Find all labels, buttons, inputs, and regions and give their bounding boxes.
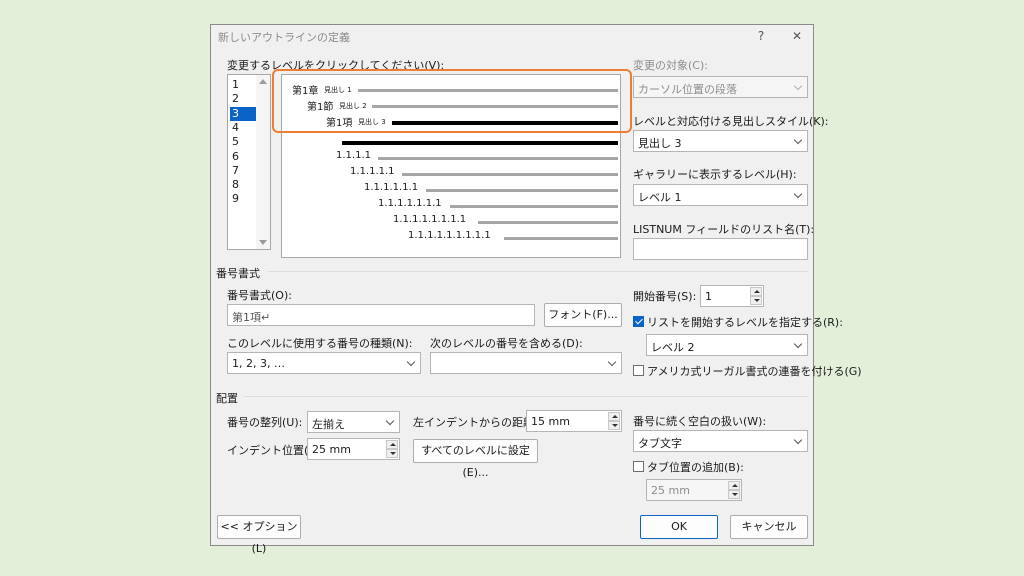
apply-to-label: 変更の対象(C): (633, 59, 708, 72)
cancel-button[interactable]: キャンセル (730, 515, 808, 539)
level-item[interactable]: 7 (230, 164, 258, 178)
link-style-combo[interactable]: 見出し 3 (633, 130, 808, 152)
start-at-label: 開始番号(S): (633, 290, 697, 303)
format-label: 番号書式(O): (227, 289, 292, 302)
indent-input[interactable]: 25 mm (307, 438, 400, 460)
follow-number-label: 番号に続く空白の扱い(W): (633, 415, 767, 428)
gallery-level-combo[interactable]: レベル 1 (633, 184, 808, 206)
indent-label: インデント位置(I): (227, 444, 320, 457)
link-style-label: レベルと対応付ける見出しスタイル(K): (633, 115, 829, 128)
preview-paragraph-line (478, 221, 618, 224)
level-item[interactable]: 6 (230, 150, 258, 164)
restart-level-combo[interactable]: レベル 2 (646, 334, 808, 356)
level-item[interactable]: 5 (230, 135, 258, 149)
help-button[interactable]: ? (751, 27, 771, 45)
apply-to-value: カーソル位置の段落 (638, 83, 737, 96)
start-at-value: 1 (705, 290, 712, 303)
indent-spinner[interactable] (386, 440, 398, 458)
preview-number: 1.1.1.1.1.1.1.1.1 (408, 230, 491, 241)
preview-paragraph-line (426, 189, 618, 192)
align-at-value: 15 mm (531, 415, 570, 428)
gallery-level-label: ギャラリーに表示するレベル(H): (633, 168, 797, 181)
preview-number: 1.1.1.1.1.1 (364, 182, 419, 193)
preview-number: 1.1.1.1.1.1.1.1 (393, 214, 467, 225)
chevron-down-icon (793, 339, 803, 349)
number-style-combo[interactable]: 1, 2, 3, … (227, 352, 421, 374)
chevron-down-icon (406, 357, 416, 367)
level-item[interactable]: 4 (230, 121, 258, 135)
dialog-title: 新しいアウトラインの定義 (218, 31, 350, 44)
apply-to-combo: カーソル位置の段落 (633, 76, 808, 98)
restart-checkbox[interactable] (633, 316, 644, 327)
link-style-value: 見出し 3 (638, 137, 682, 150)
level-scrollbar[interactable] (256, 75, 270, 249)
set-all-levels-button[interactable]: すべてのレベルに設定(E)... (413, 439, 538, 479)
tab-stop-label: タブ位置の追加(B): (647, 461, 744, 474)
indent-value: 25 mm (312, 443, 351, 456)
chevron-down-icon (793, 189, 803, 199)
legal-label: アメリカ式リーガル書式の連番を付ける(G) (647, 365, 862, 378)
tab-stop-value: 25 mm (651, 484, 690, 497)
title-bar: 新しいアウトラインの定義 ? ✕ (211, 25, 813, 47)
preview-paragraph-line (378, 157, 618, 160)
align-at-spinner[interactable] (608, 412, 620, 430)
tab-stop-input: 25 mm (646, 479, 742, 501)
restart-label: リストを開始するレベルを指定する(R): (647, 316, 843, 329)
level-item[interactable]: 3 (230, 106, 258, 121)
align-label: 番号の整列(U): (227, 416, 303, 429)
preview-paragraph-line (504, 237, 618, 240)
section-divider (244, 396, 808, 397)
preview-number: 1.1.1.1 (336, 150, 371, 161)
options-button[interactable]: << オプション(L) (217, 515, 301, 555)
restart-level-value: レベル 2 (651, 341, 695, 354)
level-item[interactable]: 1 (230, 78, 258, 92)
highlight-annotation (272, 69, 632, 133)
level-item[interactable]: 2 (230, 92, 258, 106)
level-item[interactable]: 8 (230, 178, 258, 192)
section-divider (268, 271, 808, 272)
align-value: 左揃え (312, 418, 345, 431)
start-at-spinner[interactable] (750, 287, 762, 305)
align-at-input[interactable]: 15 mm (526, 410, 622, 432)
number-style-value: 1, 2, 3, … (232, 357, 285, 370)
start-at-input[interactable]: 1 (700, 285, 764, 307)
chevron-down-icon (607, 357, 617, 367)
preview-number: 1.1.1.1.1 (350, 166, 395, 177)
align-combo[interactable]: 左揃え (307, 411, 400, 433)
listnum-input[interactable] (633, 238, 808, 260)
chevron-down-icon (385, 416, 395, 426)
number-style-label: このレベルに使用する番号の種類(N): (227, 337, 413, 350)
follow-number-value: タブ文字 (638, 437, 682, 450)
close-button[interactable]: ✕ (787, 27, 807, 45)
preview-paragraph-line (342, 141, 618, 145)
chevron-down-icon (793, 81, 803, 91)
level-listbox[interactable]: 123456789 (227, 74, 271, 250)
number-format-value: 第1項↵ (232, 311, 271, 324)
number-format-input[interactable]: 第1項↵ (227, 304, 535, 326)
font-button[interactable]: フォント(F)... (544, 303, 622, 327)
gallery-level-value: レベル 1 (638, 191, 682, 204)
legal-checkbox[interactable] (633, 365, 644, 376)
ok-button[interactable]: OK (640, 515, 718, 539)
position-section: 配置 (216, 392, 238, 405)
include-level-combo[interactable] (430, 352, 622, 374)
chevron-down-icon (793, 135, 803, 145)
preview-number: 1.1.1.1.1.1.1 (378, 198, 442, 209)
follow-number-combo[interactable]: タブ文字 (633, 430, 808, 452)
preview-paragraph-line (450, 205, 618, 208)
tab-stop-spinner (728, 481, 740, 499)
include-level-label: 次のレベルの番号を含める(D): (430, 337, 583, 350)
preview-paragraph-line (402, 173, 618, 176)
level-item[interactable]: 9 (230, 192, 258, 206)
scroll-up-icon[interactable] (259, 79, 267, 84)
listnum-label: LISTNUM フィールドのリスト名(T): (633, 223, 815, 236)
chevron-down-icon (793, 435, 803, 445)
tab-stop-checkbox[interactable] (633, 461, 644, 472)
scroll-down-icon[interactable] (259, 240, 267, 245)
number-format-section: 番号書式 (216, 267, 260, 280)
